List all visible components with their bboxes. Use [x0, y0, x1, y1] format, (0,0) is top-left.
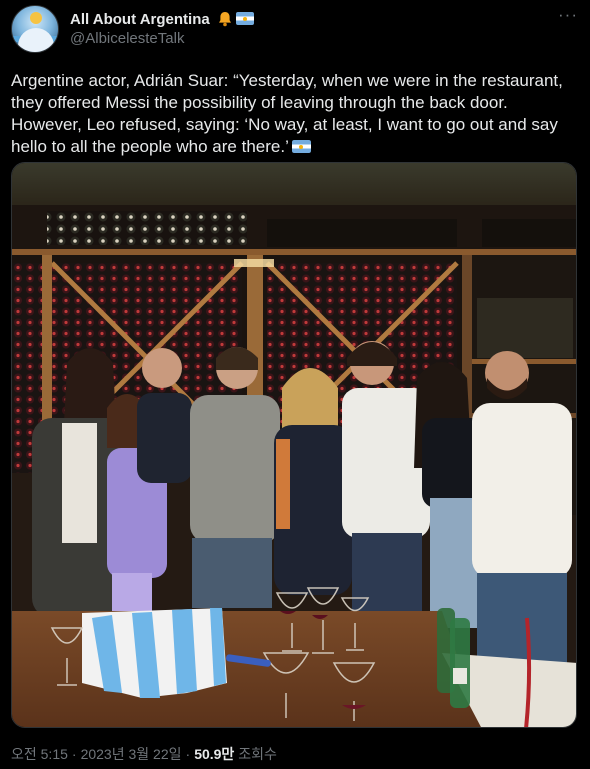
- meta-separator: ·: [185, 746, 191, 762]
- tweet: All About Argentina @AlbicelesteTalk ···…: [0, 0, 590, 769]
- more-options-icon[interactable]: ···: [557, 6, 579, 28]
- author-handle[interactable]: @AlbicelesteTalk: [70, 30, 184, 48]
- tweet-meta: 오전 5:15 · 2023년 3월 22일 · 50.9만 조회수: [11, 745, 277, 763]
- tweet-time[interactable]: 오전 5:15: [11, 746, 68, 762]
- tweet-body: Argentine actor, Adrián Suar: “Yesterday…: [11, 71, 563, 156]
- tweet-date[interactable]: 2023년 3월 22일: [81, 746, 182, 762]
- restaurant-group-photo: [12, 163, 576, 727]
- tweet-text: Argentine actor, Adrián Suar: “Yesterday…: [11, 70, 581, 158]
- bell-icon: [219, 12, 231, 27]
- views-count: 50.9만: [194, 746, 235, 762]
- author-display-name[interactable]: All About Argentina: [70, 11, 210, 29]
- avatar-sun-shape: [30, 12, 42, 24]
- argentina-flag-icon: [236, 12, 254, 25]
- meta-separator: ·: [71, 746, 77, 762]
- avatar-figures-shape: [18, 28, 54, 52]
- avatar[interactable]: [11, 5, 59, 53]
- argentina-flag-icon: [291, 140, 311, 153]
- views-label: 조회수: [238, 746, 277, 762]
- tweet-photo[interactable]: [11, 162, 577, 728]
- argentina-jersey: [82, 608, 227, 698]
